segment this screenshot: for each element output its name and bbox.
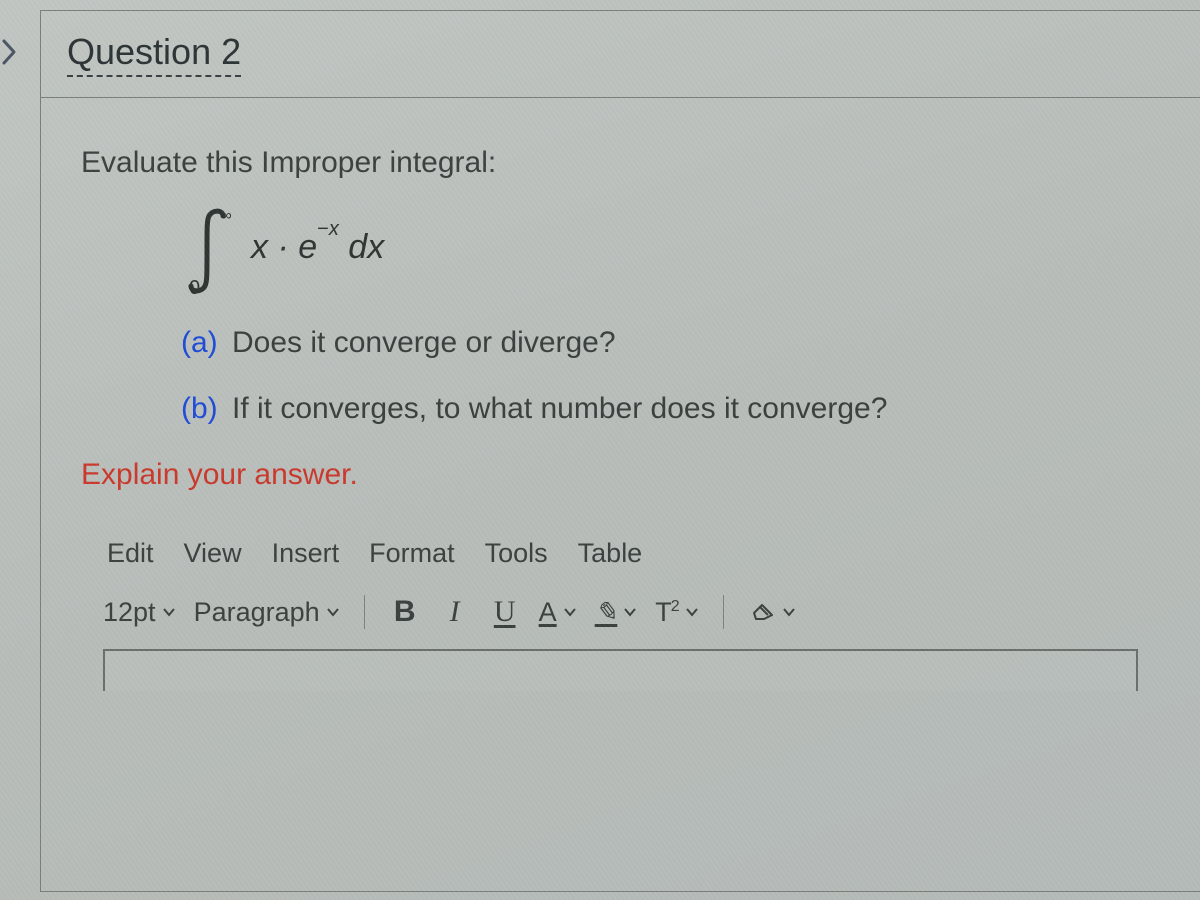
- chevron-down-icon: [326, 607, 340, 617]
- prev-question-chevron[interactable]: [0, 32, 24, 72]
- chevron-down-icon: [563, 607, 577, 617]
- quiz-screen: Question 2 Evaluate this Improper integr…: [0, 0, 1200, 900]
- toolbar-divider: [723, 595, 724, 629]
- chevron-down-icon: [623, 607, 637, 617]
- chevron-down-icon: [162, 607, 176, 617]
- chevron-down-icon: [685, 607, 699, 617]
- highlight-icon: ✎: [595, 597, 618, 628]
- answer-textarea[interactable]: [103, 649, 1138, 691]
- superscript-icon: T2: [655, 597, 678, 628]
- part-letter: (b): [181, 392, 218, 425]
- part-text: If it converges, to what number does it …: [232, 392, 887, 425]
- menu-edit[interactable]: Edit: [107, 538, 154, 569]
- menu-tools[interactable]: Tools: [485, 538, 548, 569]
- integral-upper-bound: ∞: [221, 207, 232, 224]
- text-color-icon: A: [539, 597, 557, 628]
- rich-text-editor: Edit View Insert Format Tools Table 12pt: [103, 530, 1138, 691]
- clear-formatting-button[interactable]: [748, 597, 796, 628]
- text-color-button[interactable]: A: [539, 597, 577, 628]
- superscript-button[interactable]: T2: [655, 597, 698, 628]
- integral-sign-icon: ∞ 0: [181, 206, 241, 296]
- integral-expression: ∞ 0 x · e−x dx: [181, 206, 1160, 296]
- question-header: Question 2: [41, 11, 1200, 98]
- chevron-right-icon: [0, 37, 19, 67]
- menu-format[interactable]: Format: [369, 538, 455, 569]
- editor-toolbar: 12pt Paragraph B I U: [103, 587, 1138, 649]
- integral-integrand: x · e−x dx: [251, 228, 384, 267]
- question-parts: (a) Does it converge or diverge? (b) If …: [181, 326, 1160, 426]
- highlight-color-button[interactable]: ✎: [595, 597, 638, 628]
- clear-formatting-icon: [748, 597, 776, 628]
- question-container: Question 2 Evaluate this Improper integr…: [40, 10, 1200, 892]
- menu-view[interactable]: View: [184, 538, 242, 569]
- editor-menubar: Edit View Insert Format Tools Table: [103, 530, 1138, 587]
- question-prompt: Evaluate this Improper integral:: [81, 146, 1160, 180]
- font-size-value: 12pt: [103, 597, 156, 628]
- integral-lower-bound: 0: [189, 277, 200, 296]
- question-title: Question 2: [67, 31, 241, 77]
- part-letter: (a): [181, 326, 218, 359]
- font-size-dropdown[interactable]: 12pt: [103, 597, 176, 628]
- part-text: Does it converge or diverge?: [232, 326, 616, 359]
- chevron-down-icon: [782, 607, 796, 617]
- question-part-b: (b) If it converges, to what number does…: [181, 392, 1160, 426]
- menu-table[interactable]: Table: [578, 538, 643, 569]
- underline-button[interactable]: U: [489, 595, 521, 629]
- question-body: Evaluate this Improper integral: ∞ 0 x ·…: [41, 98, 1200, 711]
- toolbar-divider: [364, 595, 365, 629]
- italic-button[interactable]: I: [439, 595, 471, 629]
- question-part-a: (a) Does it converge or diverge?: [181, 326, 1160, 360]
- bold-button[interactable]: B: [389, 595, 421, 629]
- block-style-dropdown[interactable]: Paragraph: [194, 597, 340, 628]
- menu-insert[interactable]: Insert: [272, 538, 340, 569]
- explain-note: Explain your answer.: [81, 458, 1160, 492]
- block-style-value: Paragraph: [194, 597, 320, 628]
